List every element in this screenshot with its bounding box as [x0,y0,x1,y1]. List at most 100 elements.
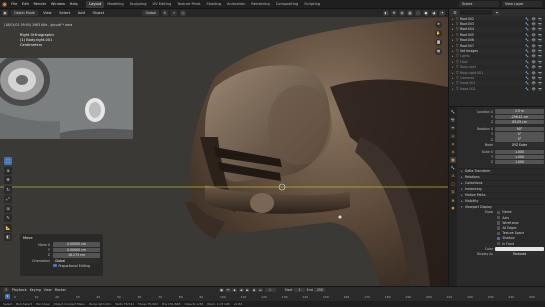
select-menu[interactable]: Select [57,11,73,15]
tab-compositing[interactable]: Compositing [273,1,302,8]
color-swatch[interactable] [495,246,544,251]
move-icon[interactable]: ✥ [4,176,12,184]
move-y-field[interactable]: 0.00000 cm [53,247,100,253]
eye-icon[interactable]: 👁 [531,44,535,48]
show-checkbox[interactable] [497,231,501,235]
tab-layout[interactable]: Layout [86,0,105,8]
mode-dropdown[interactable]: Object Mode [11,10,38,16]
eye-icon[interactable]: 👁 [531,60,535,64]
material-shading-icon[interactable]: ◕ [431,10,437,16]
eye-icon[interactable]: 👁 [531,76,535,80]
constraints-icon[interactable]: ⛓ [450,189,456,195]
camera-icon[interactable]: 📷 [538,60,542,64]
camera-icon[interactable]: 📷 [538,54,542,58]
menu-file[interactable]: File [9,2,20,6]
eye-icon[interactable]: 👁 [531,81,535,85]
pan-icon[interactable]: ✋ [435,30,442,37]
timeline-ruler[interactable]: 1 0 10 20 30 40 50 60 70 80 90 100 110 120 130 140 150 1… [0,294,545,301]
view-layer-selector[interactable]: View Layer [502,1,542,7]
camera-view-icon[interactable]: ◙ [435,39,442,46]
outliner-type-icon[interactable]: ☰ [452,9,458,16]
eye-icon[interactable]: 👁 [531,17,535,21]
measure-icon[interactable]: 📐 [4,223,12,232]
camera-icon[interactable]: 📷 [538,87,542,91]
play-reverse-icon[interactable]: ◀ [238,287,244,293]
rotation-z-field[interactable]: 0° [495,137,544,142]
tab-scripting[interactable]: Scripting [301,1,323,8]
tab-shading[interactable]: Shading [203,1,224,8]
camera-icon[interactable]: 📷 [538,76,542,80]
eye-icon[interactable]: 👁 [531,22,535,26]
eye-icon[interactable]: 👁 [531,71,535,75]
operator-title[interactable]: Move [23,236,100,240]
marker-menu[interactable]: Marker [55,288,66,292]
rotation-x-field[interactable]: 90° [495,126,544,132]
material-icon[interactable]: ● [450,205,456,211]
location-y-field[interactable]: -296.41 cm [495,114,544,119]
record-icon[interactable]: ● [219,287,225,293]
show-checkbox[interactable] [497,221,501,225]
proportional-checkbox[interactable] [53,263,57,268]
view-menu-timeline[interactable]: View [44,288,52,292]
eye-icon[interactable]: 👁 [531,27,535,31]
scale-icon[interactable]: ⤢ [4,195,12,203]
jump-start-icon[interactable]: ⏮ [225,287,231,293]
rendered-shading-icon[interactable]: ◔ [439,10,445,16]
editor-type-icon[interactable]: ▣ [2,10,8,16]
overlay-icon[interactable]: ◍ [399,10,405,16]
menu-edit[interactable]: Edit [20,2,32,6]
orientation-dropdown[interactable]: Global [53,258,100,264]
view-menu[interactable]: View [41,11,54,15]
data-icon[interactable]: ▲ [450,197,456,203]
show-checkbox[interactable] [497,210,501,215]
wireframe-shading-icon[interactable]: ○ [415,10,421,16]
camera-icon[interactable]: 📷 [538,27,542,31]
end-frame-field[interactable]: 250 [314,287,326,293]
tab-texture-paint[interactable]: Texture Paint [174,1,203,8]
move-x-field[interactable]: 0.00000 cm [53,242,100,247]
filter-icon[interactable]: ⏷ [494,9,500,16]
prev-key-icon[interactable]: ◆ [232,287,238,293]
scale-x-field[interactable]: 1.000 [495,149,544,155]
play-icon[interactable]: ▶ [245,287,251,293]
menu-window[interactable]: Window [49,2,68,6]
select-box-icon[interactable]: ⬚ [4,157,12,165]
cursor-icon[interactable]: ⊕ [4,166,12,175]
blender-logo-icon[interactable]: ◉ [0,0,9,9]
menu-help[interactable]: Help [67,2,80,6]
object-icon[interactable]: ■ [450,157,456,163]
show-checkbox[interactable] [497,226,501,230]
add-cube-icon[interactable]: ◧ [4,233,12,241]
eye-icon[interactable]: 👁 [531,33,535,37]
camera-icon[interactable]: 📷 [538,49,542,53]
object-menu[interactable]: Object [90,11,106,15]
playback-menu[interactable]: Playback [12,288,27,292]
transform-icon[interactable]: ⊞ [4,204,12,213]
rotate-icon[interactable]: ↻ [4,185,12,194]
show-checkbox[interactable] [497,236,501,241]
rotation-mode-dropdown[interactable]: XYZ Euler [495,142,544,147]
show-checkbox[interactable] [497,215,501,220]
eye-icon[interactable]: 👁 [531,49,535,53]
pivot-icon[interactable]: ⊙ [162,10,168,16]
eye-icon[interactable]: 👁 [531,38,535,42]
start-frame-field[interactable]: 1 [294,287,306,293]
camera-icon[interactable]: 📷 [538,17,542,21]
render-icon[interactable]: 📷 [450,117,456,123]
snap-icon[interactable]: ⌖ [171,10,177,16]
next-key-icon[interactable]: ◆ [251,287,257,293]
add-menu[interactable]: Add [76,11,88,15]
scale-y-field[interactable]: 1.000 [495,154,544,160]
scene-icon[interactable]: ◈ [450,141,456,147]
solid-shading-icon[interactable]: ● [423,10,429,16]
output-icon[interactable]: 🖶 [450,125,456,131]
world-icon[interactable]: ◍ [450,149,456,155]
scene-selector[interactable]: Scene [459,1,499,7]
keying-menu[interactable]: Keying [30,288,41,292]
scale-z-field[interactable]: 1.000 [495,160,544,165]
location-x-field[interactable]: 2.5 m [495,109,544,114]
show-checkbox[interactable] [497,241,501,246]
proportional-editing-toggle[interactable]: Proportional Editing [23,264,100,268]
eye-icon[interactable]: 👁 [531,54,535,58]
tool-icon[interactable]: 🔧 [450,109,456,115]
